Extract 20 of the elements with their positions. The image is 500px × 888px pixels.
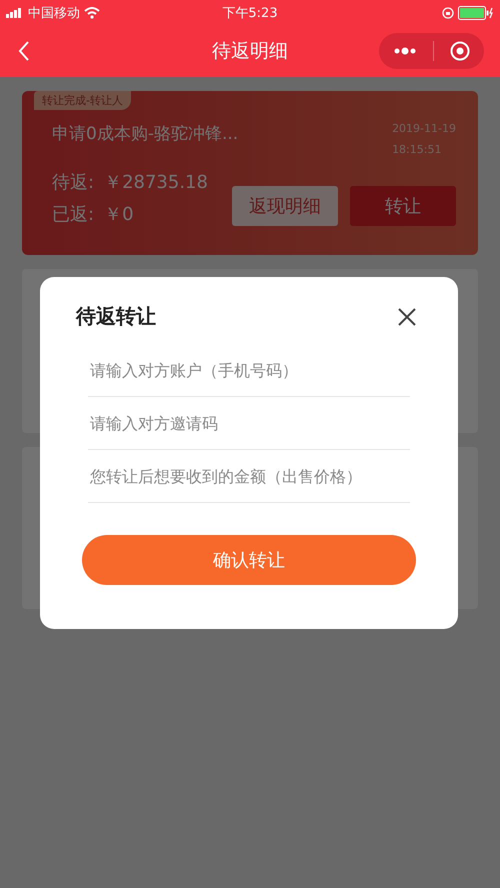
page-title: 待返明细	[212, 39, 288, 64]
transfer-button[interactable]: 转让	[350, 186, 456, 226]
returned-amount: ￥0	[104, 203, 134, 226]
order-title: 申请0成本购-骆驼冲锋...	[52, 123, 238, 146]
pending-label: 待返:	[52, 171, 94, 194]
signal-icon	[6, 8, 24, 18]
pending-amount: ￥28735.18	[104, 171, 208, 194]
order-date: 2019-11-19	[392, 122, 456, 135]
order-time: 18:15:51	[392, 143, 442, 156]
close-icon[interactable]	[398, 308, 416, 326]
battery-icon	[458, 6, 494, 20]
carrier-name: 中国移动	[28, 4, 80, 22]
cashback-detail-button[interactable]: 返现明细	[232, 186, 338, 226]
more-icon[interactable]	[393, 47, 417, 55]
dialog-title: 待返转让	[76, 303, 156, 330]
returned-label: 已返:	[52, 203, 94, 226]
confirm-transfer-button[interactable]: 确认转让	[82, 535, 416, 585]
wifi-icon	[84, 6, 100, 18]
status-time: 下午5:23	[222, 4, 278, 22]
back-icon[interactable]	[18, 41, 30, 61]
